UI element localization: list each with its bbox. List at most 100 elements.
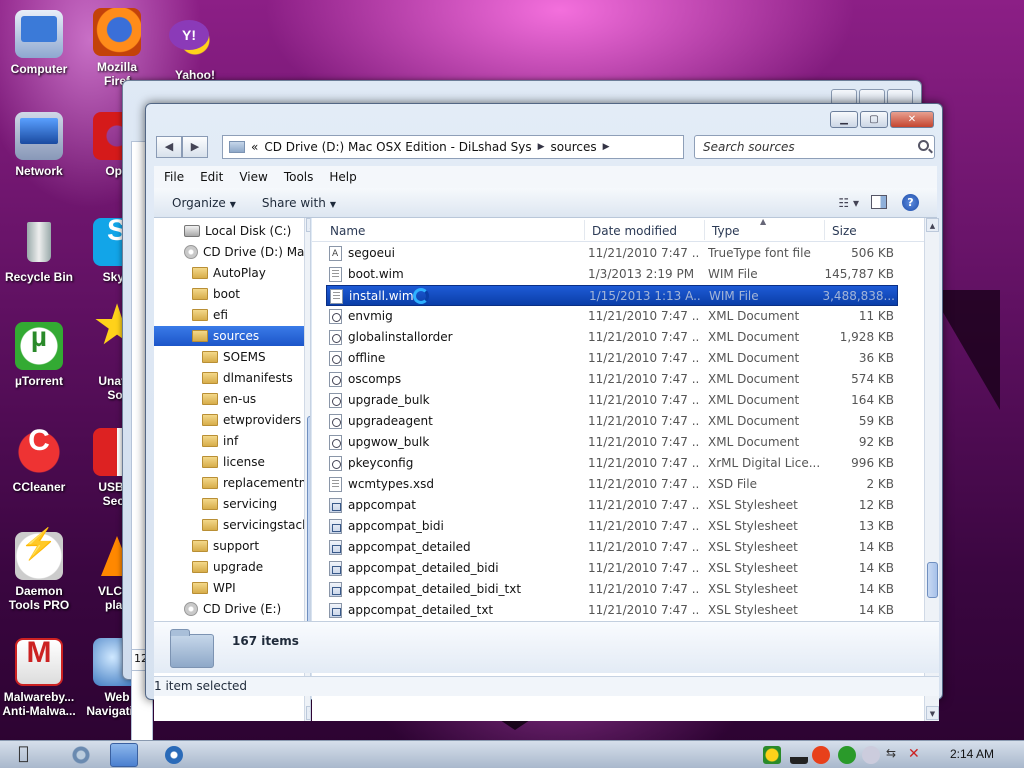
search-taskbar-icon[interactable] [165, 746, 183, 764]
back-button[interactable]: ◀ [156, 136, 182, 158]
address-bar[interactable]: « CD Drive (D:) Mac OSX Edition - DiLsha… [222, 135, 727, 159]
menu-edit[interactable]: Edit [198, 170, 233, 184]
scroll-up-icon[interactable]: ▲ [926, 218, 939, 232]
column-date-modified[interactable]: Date modified [592, 224, 677, 238]
people-tray-icon[interactable] [763, 746, 781, 764]
file-row[interactable]: offline 11/21/2010 7:47 ... XML Document 36… [326, 348, 898, 369]
eject-tray-icon[interactable] [790, 746, 808, 764]
utorrent-tray-icon[interactable] [838, 746, 856, 764]
volume-muted-icon[interactable]: ✕ [908, 746, 926, 764]
menu-tools[interactable]: Tools [282, 170, 324, 184]
column-type[interactable]: Type [712, 224, 740, 238]
file-row[interactable]: upgrade_bulk 11/21/2010 7:47 ... XML Docum… [326, 390, 898, 411]
file-row[interactable]: boot.wim 1/3/2013 2:19 PM WIM File 145,787 … [326, 264, 898, 285]
view-options-icon[interactable]: ☷ ▾ [838, 196, 859, 210]
file-row[interactable]: upgradeagent 11/21/2010 7:47 ... XML Docum… [326, 411, 898, 432]
desktop-shortcut[interactable]: Recycle Bin [0, 218, 80, 284]
desktop-shortcut[interactable]: Malwareby... Anti-Malwa... [0, 638, 80, 718]
chevron-right-icon[interactable]: ▶ [538, 142, 545, 152]
maximize-button[interactable]: ▢ [860, 111, 888, 128]
file-row[interactable]: segoeui 11/21/2010 7:47 ... TrueType font … [326, 243, 898, 265]
desktop-shortcut[interactable]: Computer [0, 10, 80, 76]
breadcrumb-sources[interactable]: sources [551, 140, 597, 154]
nav-item[interactable]: support [154, 536, 304, 556]
file-row[interactable]: appcompat_detailed_txt 11/21/2010 7:47 ..… [326, 600, 898, 621]
file-row[interactable]: envmig 11/21/2010 7:47 ... XML Document 11 … [326, 306, 898, 327]
search-input[interactable]: Search sources [694, 135, 935, 159]
preview-pane-icon[interactable] [871, 195, 887, 209]
nav-item[interactable]: servicingstack [154, 515, 309, 535]
explorer-window[interactable]: ▁ ▢ ✕ ◀ ▶ « CD Drive (D:) Mac OSX Editio… [145, 103, 943, 721]
nav-item[interactable]: AutoPlay [154, 263, 304, 283]
organize-button[interactable]: Organize ▼ [172, 196, 236, 210]
desktop-shortcut[interactable]: Mozilla Firef [76, 8, 158, 88]
file-row[interactable]: oscomps 11/21/2010 7:47 ... XML Document 57… [326, 369, 898, 390]
desktop-shortcut[interactable]: CCleaner [0, 428, 80, 494]
explorer-taskbar-icon[interactable] [110, 743, 138, 767]
nav-item[interactable]: etwproviders [154, 410, 304, 430]
chevron-right-icon[interactable]: ▶ [603, 142, 610, 152]
file-list-scroll-thumb[interactable] [927, 562, 938, 598]
nav-item[interactable]: servicing [154, 494, 304, 514]
clock[interactable]: 2:14 AM [950, 747, 994, 761]
apple-start-icon[interactable]:  [18, 743, 40, 765]
file-date-modified: 11/21/2010 7:47 ... [588, 351, 700, 365]
file-row[interactable]: globalinstallorder 11/21/2010 7:47 ... XML… [326, 327, 898, 348]
menu-file[interactable]: File [162, 170, 194, 184]
file-row[interactable]: wcmtypes.xsd 11/21/2010 7:47 ... XSD File 2… [326, 474, 898, 495]
file-row[interactable]: pkeyconfig 11/21/2010 7:47 ... XrML Digita… [326, 453, 898, 474]
column-name[interactable]: Name [330, 224, 365, 238]
file-row[interactable]: install.wim 1/15/2013 1:13 A... WIM File 3,… [326, 285, 898, 306]
address-overflow[interactable]: « [251, 140, 258, 154]
nav-item[interactable]: Local Disk (C:) [154, 221, 304, 241]
desktop-shortcut[interactable]: Daemon Tools PRO [0, 532, 80, 612]
help-icon[interactable]: ? [902, 194, 919, 211]
tray-icon[interactable] [862, 746, 880, 764]
folder-icon [202, 498, 218, 510]
nav-item[interactable]: WPI [154, 578, 304, 598]
desktop-shortcut-label: Computer [10, 62, 68, 76]
nav-item[interactable]: upgrade [154, 557, 304, 577]
alert-tray-icon[interactable] [812, 746, 830, 764]
nav-scroll-thumb[interactable] [307, 416, 310, 639]
forward-button[interactable]: ▶ [182, 136, 208, 158]
network-tray-icon[interactable]: ⇆ [886, 746, 904, 764]
column-divider[interactable] [824, 220, 825, 240]
column-divider[interactable] [584, 220, 585, 240]
menu-help[interactable]: Help [327, 170, 366, 184]
minimize-button[interactable]: ▁ [830, 111, 858, 128]
file-row[interactable]: appcompat 11/21/2010 7:47 ... XSL Styleshe… [326, 495, 898, 516]
file-row[interactable]: upgwow_bulk 11/21/2010 7:47 ... XML Docume… [326, 432, 898, 453]
nav-item[interactable]: boot [154, 284, 304, 304]
nav-item[interactable]: efi [154, 305, 304, 325]
nav-item[interactable]: en-us [154, 389, 304, 409]
nav-item[interactable]: SOEMS [154, 347, 304, 367]
share-with-button[interactable]: Share with ▼ [262, 196, 336, 210]
search-icon[interactable] [918, 140, 929, 151]
desktop-shortcut[interactable]: Network [0, 112, 80, 178]
file-row[interactable]: appcompat_detailed 11/21/2010 7:47 ... XSL… [326, 537, 898, 558]
desktop-shortcut[interactable]: µTorrent [0, 322, 80, 388]
column-size[interactable]: Size [832, 224, 857, 238]
file-row[interactable]: appcompat_detailed_bidi 11/21/2010 7:47 .… [326, 558, 898, 579]
scroll-up-icon[interactable]: ▲ [306, 218, 310, 232]
close-button[interactable]: ✕ [890, 111, 934, 128]
eye-icon[interactable] [72, 746, 90, 764]
nav-item[interactable]: inf [154, 431, 304, 451]
scroll-down-icon[interactable]: ▼ [306, 706, 310, 720]
nav-item[interactable]: dlmanifests [154, 368, 304, 388]
breadcrumb-cd-drive[interactable]: CD Drive (D:) Mac OSX Edition - DiLshad … [264, 140, 531, 154]
nav-item[interactable]: license [154, 452, 304, 472]
file-name: appcompat_detailed_bidi_txt [348, 582, 522, 596]
scroll-down-icon[interactable]: ▼ [926, 706, 939, 720]
nav-item[interactable]: sources [154, 326, 304, 346]
file-row[interactable]: appcompat_detailed_bidi_txt 11/21/2010 7:… [326, 579, 898, 600]
nav-item[interactable]: CD Drive (D:) Mac [154, 242, 310, 262]
file-date-modified: 11/21/2010 7:47 ... [588, 414, 700, 428]
menu-view[interactable]: View [237, 170, 277, 184]
column-divider[interactable] [704, 220, 705, 240]
nav-item[interactable]: CD Drive (E:) [154, 599, 304, 619]
folder-icon [202, 435, 218, 447]
nav-item[interactable]: replacementm [154, 473, 310, 493]
file-row[interactable]: appcompat_bidi 11/21/2010 7:47 ... XSL Sty… [326, 516, 898, 537]
